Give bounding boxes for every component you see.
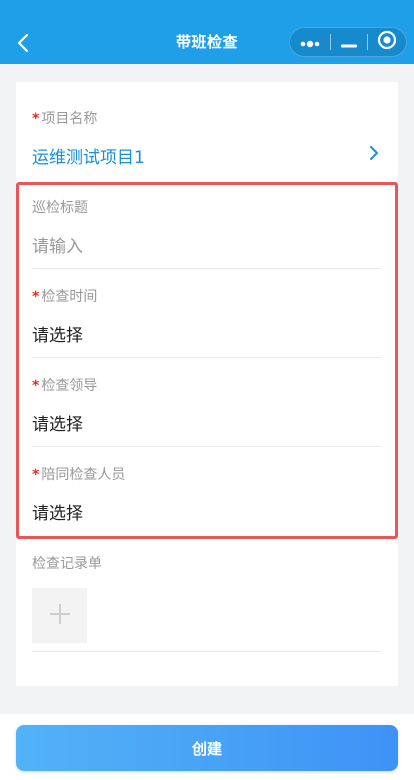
inspection-time-label-text: 检查时间 [41, 289, 98, 305]
divider [32, 357, 382, 358]
minimize-button[interactable] [331, 28, 366, 56]
required-mark: * [32, 111, 40, 127]
inspection-leader-label-text: 检查领导 [41, 378, 98, 394]
inspection-leader-label: * 检查领导 [32, 375, 97, 395]
divider [32, 268, 382, 269]
required-mark: * [32, 378, 40, 394]
inspection-title-input[interactable]: 请输入 [32, 232, 83, 257]
record-sheet-label: 检查记录单 [32, 556, 102, 572]
required-mark: * [32, 289, 40, 305]
project-name-value[interactable]: 运维测试项目1 [32, 143, 145, 168]
inspection-title-label: 巡检标题 [32, 200, 88, 216]
project-name-label: * 项目名称 [32, 108, 97, 128]
nav-header: 带班检查 [0, 0, 414, 64]
divider [32, 651, 382, 652]
create-button[interactable]: 创建 [16, 725, 398, 771]
more-dots-icon [299, 33, 321, 52]
chevron-right-icon [366, 146, 382, 167]
upload-button[interactable] [32, 588, 87, 643]
required-mark: * [32, 467, 40, 483]
divider [32, 446, 382, 447]
accompanying-staff-label: * 陪同检查人员 [32, 464, 125, 484]
inspection-leader-picker[interactable]: 请选择 [32, 410, 83, 435]
accompanying-staff-label-text: 陪同检查人员 [41, 467, 126, 483]
more-button[interactable] [290, 28, 330, 56]
target-close-icon [377, 30, 397, 54]
inspection-time-label: * 检查时间 [32, 286, 97, 306]
minimize-icon [340, 33, 357, 52]
project-select-arrow[interactable] [366, 143, 382, 163]
project-name-label-text: 项目名称 [41, 111, 98, 127]
close-button[interactable] [368, 28, 406, 56]
inspection-time-picker[interactable]: 请选择 [32, 321, 83, 346]
accompanying-staff-picker[interactable]: 请选择 [32, 499, 83, 524]
plus-icon [49, 603, 71, 629]
mini-program-capsule [289, 27, 407, 57]
form-card: * 项目名称 运维测试项目1 巡检标题 请输入 * 检查时间 请选择 * 检查领导 请… [16, 82, 398, 686]
